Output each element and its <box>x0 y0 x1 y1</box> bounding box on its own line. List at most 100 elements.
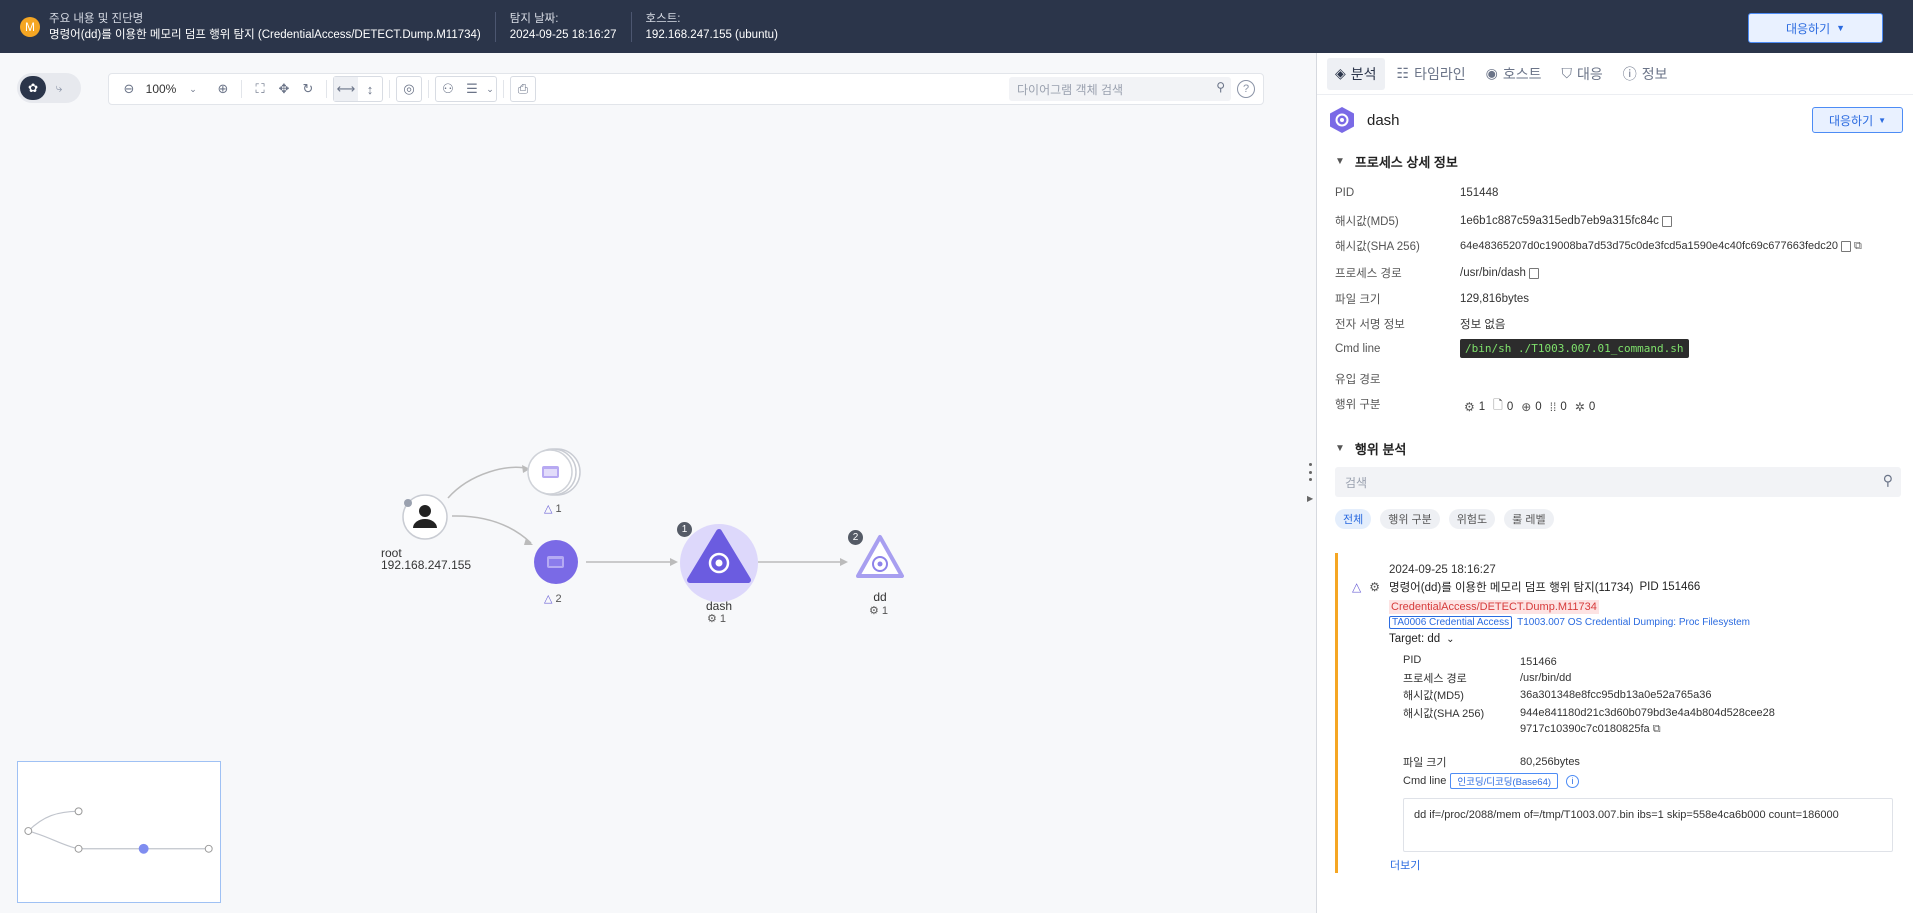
file-icon: 🗋 <box>1493 398 1503 412</box>
gear-icon: ⚙ <box>1369 580 1380 594</box>
info-icon[interactable]: i <box>1566 774 1580 788</box>
search-icon[interactable]: ⚲ <box>1883 472 1893 489</box>
host-block: 호스트: 192.168.247.155 (ubuntu) <box>646 0 792 53</box>
behavior-search-input[interactable]: 검색 ⚲ <box>1335 467 1901 497</box>
event-md5-row: 해시값(MD5) 36a301348e8fcc95db13a0e52a765a3… <box>1403 687 1903 703</box>
process-hex-icon <box>1330 107 1354 133</box>
field-label: PID <box>1403 654 1422 666</box>
external-link-icon[interactable]: ⧉ <box>1854 240 1862 253</box>
detection-tag: CredentialAccess/DETECT.Dump.M11734 <box>1389 600 1599 614</box>
center-icon[interactable]: ✥ <box>272 77 296 101</box>
technique-link[interactable]: T1003.007 OS Credential Dumping: Proc Fi… <box>1517 617 1750 628</box>
filter-all[interactable]: 전체 <box>1335 509 1372 529</box>
panel-respond-button[interactable]: 대응하기 ▼ <box>1812 107 1903 133</box>
chevron-down-icon: ▼ <box>1335 156 1345 167</box>
dash-label: dash <box>705 599 733 613</box>
collapse-arrow-icon[interactable]: ▶ <box>1307 494 1313 503</box>
caret-down-icon: ▼ <box>1836 23 1846 33</box>
field-label: 유입 경로 <box>1335 374 1381 386</box>
chevron-down-icon[interactable]: ⌄ <box>484 77 496 101</box>
tab-label: 대응 <box>1577 65 1603 82</box>
fit-screen-icon[interactable]: ⛶ <box>248 77 272 101</box>
host-icon: ◉ <box>1485 65 1498 81</box>
view-mode-switch: ✿ ⤷ <box>17 73 81 103</box>
top-node-count-value: 1 <box>555 502 562 515</box>
zoom-dropdown-icon[interactable]: ⌄ <box>181 77 205 101</box>
md5-value: 1e6b1c887c59a315edb7eb9a315fc84c <box>1460 215 1659 227</box>
capture-icon[interactable]: ⎙ <box>511 77 535 101</box>
search-icon[interactable]: ⚲ <box>1216 80 1225 94</box>
event-cmdline-box[interactable]: dd if=/proc/2088/mem of=/tmp/T1003.007.b… <box>1403 798 1893 852</box>
process-detail-header[interactable]: ▼ 프로세스 상세 정보 <box>1335 152 1458 171</box>
node-filter-icon[interactable]: ☰ <box>460 77 484 101</box>
filter-risk[interactable]: 위험도 <box>1448 509 1496 529</box>
tab-timeline[interactable]: ☷ 타임라인 <box>1389 58 1474 90</box>
behavior-filters: 전체 행위 구분 위험도 룰 레벨 <box>1335 509 1554 529</box>
respond-button[interactable]: 대응하기 ▼ <box>1748 13 1883 43</box>
tab-info[interactable]: ⓘ 정보 <box>1615 58 1676 90</box>
event-timestamp: 2024-09-25 18:16:27 <box>1389 564 1496 576</box>
field-label: Cmd line <box>1335 342 1381 355</box>
edge-root-top <box>447 466 529 499</box>
inflow-row: 유입 경로 <box>1335 371 1905 387</box>
copy-icon[interactable] <box>1528 267 1539 279</box>
field-value: /usr/bin/dd <box>1520 672 1572 684</box>
encoding-decoding-button[interactable]: 인코딩/디코딩(Base64) <box>1450 773 1559 789</box>
field-value: 151448 <box>1460 187 1499 199</box>
zoom-in-icon[interactable]: ⊕ <box>211 77 235 101</box>
tab-analysis[interactable]: ◈ 분석 <box>1327 57 1385 90</box>
overlap-icon[interactable]: ◎ <box>397 77 421 101</box>
help-icon[interactable]: ? <box>1237 80 1255 98</box>
tactic-badge[interactable]: TA0006 Credential Access <box>1389 616 1513 629</box>
vertical-layout-icon[interactable]: ↕ <box>358 77 382 101</box>
tab-response[interactable]: ⛉ 대응 <box>1554 58 1611 90</box>
diagram-search-input[interactable]: 다이어그램 객체 검색 ⚲ <box>1009 77 1231 101</box>
field-value: 129,816bytes <box>1460 293 1530 305</box>
host-value: 192.168.247.155 (ubuntu) <box>645 28 778 41</box>
timeline-icon: ☷ <box>1396 65 1410 81</box>
field-label: 해시값(MD5) <box>1403 690 1464 702</box>
tab-host[interactable]: ◉ 호스트 <box>1478 58 1550 90</box>
horizontal-layout-icon[interactable]: ⟷ <box>334 77 358 101</box>
target-toggle[interactable]: Target: dd ⌄ <box>1389 633 1455 645</box>
divider <box>503 80 504 98</box>
behavior-analysis-header[interactable]: ▼ 행위 분석 <box>1335 439 1406 458</box>
triangle-icon: △ <box>544 593 553 605</box>
divider <box>241 80 242 98</box>
minimap[interactable] <box>17 761 221 903</box>
external-link-icon[interactable]: ⧉ <box>1653 723 1661 735</box>
panel-respond-label: 대응하기 <box>1828 113 1874 128</box>
behavior-search-placeholder: 검색 <box>1345 475 1368 490</box>
copy-icon[interactable] <box>1661 215 1672 227</box>
panel-title: dash <box>1327 105 1400 135</box>
graph-view-toggle[interactable]: ✿ <box>20 76 46 100</box>
behavior-event-card[interactable]: 2024-09-25 18:16:27 △ ⚙ 명령어(dd)를 이용한 메모리… <box>1335 553 1901 873</box>
diagram-canvas[interactable]: △ △ root 192.168.247.155 △ 1 △ 2 1 d <box>0 53 1316 913</box>
node-group-icon[interactable]: ⚇ <box>436 77 460 101</box>
caret-down-icon: ▼ <box>1878 115 1887 125</box>
field-value: 151466 <box>1520 656 1557 668</box>
field-label: 해시값(SHA 256) <box>1335 241 1420 253</box>
top-node-count: △ 1 <box>544 502 562 516</box>
refresh-icon[interactable]: ↻ <box>296 77 320 101</box>
event-icons: △ ⚙ <box>1352 580 1380 594</box>
more-link[interactable]: 더보기 <box>1390 857 1420 873</box>
tree-view-toggle[interactable]: ⤷ <box>46 76 72 100</box>
edge-root-mid <box>451 515 532 544</box>
copy-icon[interactable] <box>1841 240 1852 252</box>
event-sha256-row: 해시값(SHA 256) 944e841180d21c3d60b079bd3e4… <box>1403 705 1903 737</box>
grouped-node-top <box>527 448 581 496</box>
overlap-toggle: ◎ <box>396 76 422 102</box>
field-value: 36a301348e8fcc95db13a0e52a765a36 <box>1520 689 1712 701</box>
pid-row: PID 151448 <box>1335 187 1905 199</box>
behavior-row: 행위 구분 ⚙ 1 🗋 0 ⊕ 0 ⁞⁞ 0 ✲ 0 <box>1335 396 1905 417</box>
capture-toggle: ⎙ <box>510 76 536 102</box>
splitter-handle-icon[interactable] <box>1306 463 1314 481</box>
filter-rule-level[interactable]: 룰 레벨 <box>1504 509 1554 529</box>
md5-row: 해시값(MD5) 1e6b1c887c59a315edb7eb9a315fc84… <box>1335 213 1905 229</box>
process-detail-title: 프로세스 상세 정보 <box>1354 155 1458 170</box>
field-label: 프로세스 경로 <box>1403 673 1467 685</box>
zoom-out-icon[interactable]: ⊖ <box>117 77 141 101</box>
dash-count: ⚙ 1 <box>707 612 726 626</box>
filter-behavior-type[interactable]: 행위 구분 <box>1380 509 1440 529</box>
